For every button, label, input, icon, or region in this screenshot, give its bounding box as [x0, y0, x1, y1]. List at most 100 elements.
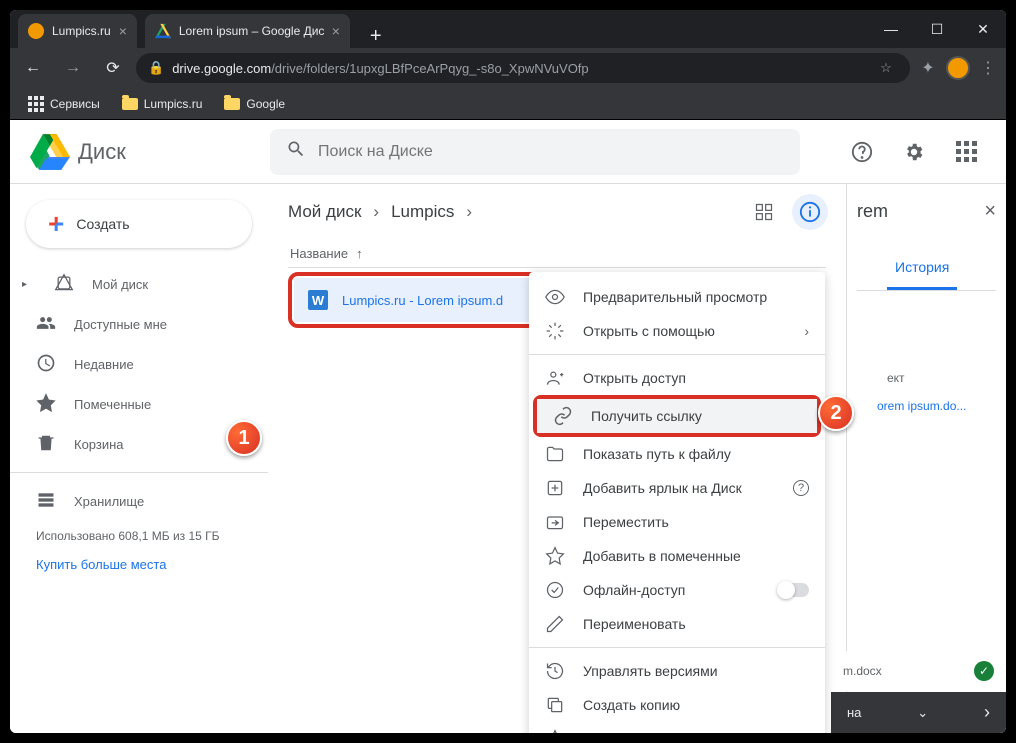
upload-status-bar[interactable]: на ⌄ ›: [831, 692, 1006, 733]
nav-recent[interactable]: Недавние: [10, 344, 268, 384]
minimize-button[interactable]: —: [868, 10, 914, 48]
plus-icon: +: [48, 208, 64, 240]
chevron-down-icon[interactable]: ⌄: [917, 705, 928, 721]
cm-add-shortcut[interactable]: Добавить ярлык на Диск ?: [529, 471, 825, 505]
cm-star[interactable]: Добавить в помеченные: [529, 539, 825, 573]
forward-button: →: [56, 51, 90, 85]
cm-rename[interactable]: Переименовать: [529, 607, 825, 641]
apps-bookmark[interactable]: Сервисы: [20, 92, 108, 116]
buy-storage-link[interactable]: Купить больше места: [10, 543, 268, 586]
close-window-button[interactable]: ✕: [960, 10, 1006, 48]
chevron-right-icon: ›: [804, 323, 809, 339]
eye-icon: [545, 287, 565, 307]
cm-preview[interactable]: Предварительный просмотр: [529, 280, 825, 314]
cm-label: Добавить ярлык на Диск: [583, 480, 742, 496]
cm-label: Управлять версиями: [583, 663, 718, 679]
column-header-name[interactable]: Название ↑: [288, 240, 826, 268]
nav-storage[interactable]: Хранилище: [10, 481, 268, 521]
tab-history[interactable]: История: [887, 247, 957, 290]
sidebar: + Создать ▸ Мой диск Доступные мне Недав…: [10, 184, 268, 733]
word-doc-icon: W: [308, 290, 328, 310]
context-menu: Предварительный просмотр Открыть с помощ…: [529, 272, 825, 733]
cm-copy[interactable]: Создать копию: [529, 688, 825, 722]
expand-icon[interactable]: ▸: [22, 279, 32, 290]
star-icon[interactable]: ☆: [874, 56, 898, 80]
apps-icon[interactable]: [946, 132, 986, 172]
cm-share[interactable]: Открыть доступ: [529, 361, 825, 395]
help-icon[interactable]: ?: [793, 480, 809, 496]
cm-offline[interactable]: Офлайн-доступ: [529, 573, 825, 607]
bookmark-item[interactable]: Lumpics.ru: [114, 93, 211, 115]
cm-versions[interactable]: Управлять версиями: [529, 654, 825, 688]
url-host: drive.google.com/drive/folders/1upxgLBfP…: [172, 61, 588, 76]
cm-show-path[interactable]: Показать путь к файлу: [529, 437, 825, 471]
nav-label: Хранилище: [74, 494, 144, 509]
window-controls: — ☐ ✕: [868, 10, 1006, 48]
nav-label: Корзина: [74, 437, 124, 452]
panel-file-link[interactable]: orem ipsum.do...: [877, 399, 996, 413]
info-icon[interactable]: [792, 194, 828, 230]
cm-label: Сообщить о нарушении: [583, 731, 738, 733]
close-tab-icon[interactable]: ×: [332, 23, 340, 39]
annotation-badge-2: 2: [818, 395, 854, 431]
cm-open-with[interactable]: Открыть с помощью ›: [529, 314, 825, 348]
layout-icon[interactable]: [746, 194, 782, 230]
cm-label: Показать путь к файлу: [583, 446, 731, 462]
cm-label: Открыть доступ: [583, 370, 686, 386]
report-icon: [545, 729, 565, 733]
drive-header: Диск: [10, 120, 1006, 184]
cm-label: Добавить в помеченные: [583, 548, 741, 564]
tab-favicon-drive-icon: [155, 23, 171, 39]
cm-label: Предварительный просмотр: [583, 289, 767, 305]
create-button[interactable]: + Создать: [26, 200, 252, 248]
upload-filename: m.docx: [843, 664, 882, 678]
nav-shared[interactable]: Доступные мне: [10, 304, 268, 344]
breadcrumb-item[interactable]: Lumpics: [391, 202, 454, 222]
reload-button[interactable]: ⟳: [96, 51, 130, 85]
upload-status-text: на: [847, 705, 861, 720]
panel-title: rem: [857, 201, 888, 222]
lock-icon: 🔒: [148, 60, 164, 76]
file-row[interactable]: W Lumpics.ru - Lorem ipsum.d: [294, 278, 542, 322]
chevron-right-icon[interactable]: ›: [984, 702, 990, 723]
browser-menu-icon[interactable]: ⋮: [976, 56, 1000, 80]
offline-toggle[interactable]: [779, 583, 809, 597]
move-icon: [545, 512, 565, 532]
new-tab-button[interactable]: +: [358, 25, 394, 48]
annotation-badge-1: 1: [226, 420, 262, 456]
cm-label: Переименовать: [583, 616, 686, 632]
browser-tab-active[interactable]: Lorem ipsum – Google Диск ×: [145, 14, 350, 48]
pencil-icon: [545, 614, 565, 634]
help-icon[interactable]: [842, 132, 882, 172]
upload-item: m.docx ✓: [831, 651, 1006, 691]
folder-icon: [122, 98, 138, 110]
cm-move[interactable]: Переместить: [529, 505, 825, 539]
search-box[interactable]: [270, 129, 800, 175]
extensions-icon[interactable]: ✦: [916, 56, 940, 80]
browser-tab[interactable]: Lumpics.ru ×: [18, 14, 137, 48]
sort-arrow-icon: ↑: [356, 246, 363, 261]
close-panel-icon[interactable]: ×: [984, 200, 996, 223]
maximize-button[interactable]: ☐: [914, 10, 960, 48]
trash-icon: [36, 433, 56, 456]
drive-logo-icon: [30, 132, 70, 172]
star-icon: [545, 546, 565, 566]
settings-icon[interactable]: [894, 132, 934, 172]
cm-report[interactable]: Сообщить о нарушении: [529, 722, 825, 733]
url-field[interactable]: 🔒 drive.google.com/drive/folders/1upxgLB…: [136, 53, 910, 83]
nav-my-drive[interactable]: ▸ Мой диск: [10, 264, 268, 304]
chevron-right-icon: ›: [466, 202, 472, 222]
person-add-icon: [545, 368, 565, 388]
profile-avatar[interactable]: [946, 56, 970, 80]
breadcrumb-item[interactable]: Мой диск: [288, 202, 361, 222]
back-button[interactable]: ←: [16, 51, 50, 85]
drive-logo[interactable]: Диск: [30, 132, 260, 172]
search-input[interactable]: [318, 143, 784, 161]
tab-favicon-icon: [28, 23, 44, 39]
address-bar: ← → ⟳ 🔒 drive.google.com/drive/folders/1…: [10, 48, 1006, 88]
nav-starred[interactable]: Помеченные: [10, 384, 268, 424]
cm-get-link[interactable]: Получить ссылку: [537, 399, 817, 433]
close-tab-icon[interactable]: ×: [119, 23, 127, 39]
bookmark-item[interactable]: Google: [216, 93, 293, 115]
shared-icon: [36, 313, 56, 336]
